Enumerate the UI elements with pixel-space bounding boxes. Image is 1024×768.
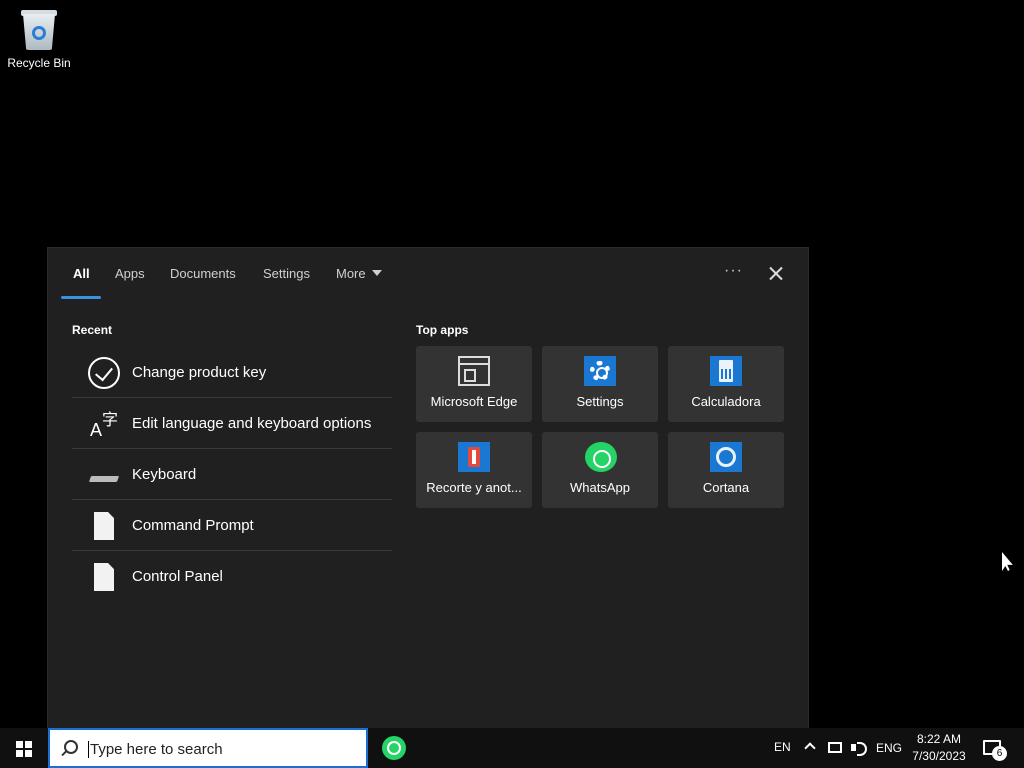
search-input[interactable]: Type here to search	[88, 741, 223, 758]
recent-title: Recent	[72, 323, 113, 337]
app-tile-label: Settings	[576, 394, 624, 409]
recent-item-label: Change product key	[132, 364, 267, 381]
snipping-tool-icon	[458, 442, 490, 472]
document-icon	[88, 510, 120, 542]
tab-apps[interactable]: Apps	[115, 266, 145, 281]
notification-count-badge: 6	[992, 746, 1007, 761]
recent-item-control-panel[interactable]: Control Panel	[72, 551, 392, 602]
settings-gear-icon	[584, 356, 616, 386]
app-tile-label: WhatsApp	[570, 480, 630, 495]
recent-item-language-options[interactable]: A字 Edit language and keyboard options	[72, 398, 392, 449]
keyboard-icon	[88, 459, 120, 491]
app-tile-label: Recorte y anot...	[426, 480, 522, 495]
tab-settings[interactable]: Settings	[263, 266, 310, 281]
language-indicator[interactable]: ENG	[876, 741, 902, 755]
clock-time: 8:22 AM	[916, 732, 962, 746]
search-tabs: All Apps Documents Settings More ···	[48, 248, 808, 300]
close-icon[interactable]	[766, 264, 786, 284]
recycle-bin-icon	[19, 8, 59, 52]
caret-down-icon	[371, 270, 382, 276]
clock[interactable]: 8:22 AM 7/30/2023	[906, 731, 972, 765]
volume-icon[interactable]	[851, 740, 867, 756]
recent-list: Change product key A字 Edit language and …	[72, 347, 392, 602]
app-tile-label: Cortana	[702, 480, 750, 495]
app-tile-label: Microsoft Edge	[430, 394, 518, 409]
search-panel: All Apps Documents Settings More ··· Rec…	[47, 247, 809, 728]
mouse-cursor-icon	[1002, 552, 1013, 571]
app-tile-microsoft-edge[interactable]: Microsoft Edge	[416, 346, 532, 422]
whatsapp-icon	[585, 442, 617, 472]
tab-more[interactable]: More	[336, 266, 382, 281]
top-apps-title: Top apps	[416, 323, 469, 337]
taskbar: Type here to search EN ENG 8:22 AM 7/30/…	[0, 728, 1024, 768]
recent-item-label: Control Panel	[132, 568, 223, 585]
recent-item-label: Edit language and keyboard options	[132, 415, 372, 432]
checkmark-circle-icon	[88, 357, 120, 389]
calculator-icon	[710, 356, 742, 386]
windows-logo-icon	[16, 741, 32, 757]
recycle-bin-shortcut[interactable]: Recycle Bin	[6, 8, 72, 70]
language-icon: A字	[90, 412, 119, 440]
cortana-icon	[710, 442, 742, 472]
recent-item-label: Keyboard	[132, 466, 197, 483]
recent-item-label: Command Prompt	[132, 517, 254, 534]
show-hidden-icons-chevron-icon[interactable]	[804, 742, 816, 754]
recent-item-keyboard[interactable]: Keyboard	[72, 449, 392, 500]
recent-item-change-product-key[interactable]: Change product key	[72, 347, 392, 398]
desktop: Recycle Bin All Apps Documents Settings …	[0, 0, 1024, 728]
app-tile-settings[interactable]: Settings	[542, 346, 658, 422]
start-button[interactable]	[0, 728, 48, 768]
app-tile-whatsapp[interactable]: WhatsApp	[542, 432, 658, 508]
app-tile-label: Calculadora	[691, 394, 761, 409]
edge-icon	[458, 356, 490, 386]
tab-all[interactable]: All	[73, 266, 90, 281]
taskbar-whatsapp-icon[interactable]	[382, 736, 406, 760]
app-tile-cortana[interactable]: Cortana	[668, 432, 784, 508]
app-tile-snipping[interactable]: Recorte y anot...	[416, 432, 532, 508]
taskbar-search-box[interactable]: Type here to search	[48, 728, 368, 768]
recycle-bin-label: Recycle Bin	[7, 56, 71, 70]
document-icon	[88, 561, 120, 593]
app-tile-calculadora[interactable]: Calculadora	[668, 346, 784, 422]
more-options-icon[interactable]: ···	[724, 262, 743, 280]
recent-item-command-prompt[interactable]: Command Prompt	[72, 500, 392, 551]
active-tab-indicator	[61, 296, 101, 299]
input-indicator[interactable]: EN	[774, 740, 791, 754]
clock-date: 7/30/2023	[912, 749, 966, 763]
search-icon	[64, 740, 78, 754]
tab-more-label: More	[336, 266, 366, 281]
network-icon[interactable]	[828, 742, 842, 753]
tab-documents[interactable]: Documents	[170, 266, 236, 281]
